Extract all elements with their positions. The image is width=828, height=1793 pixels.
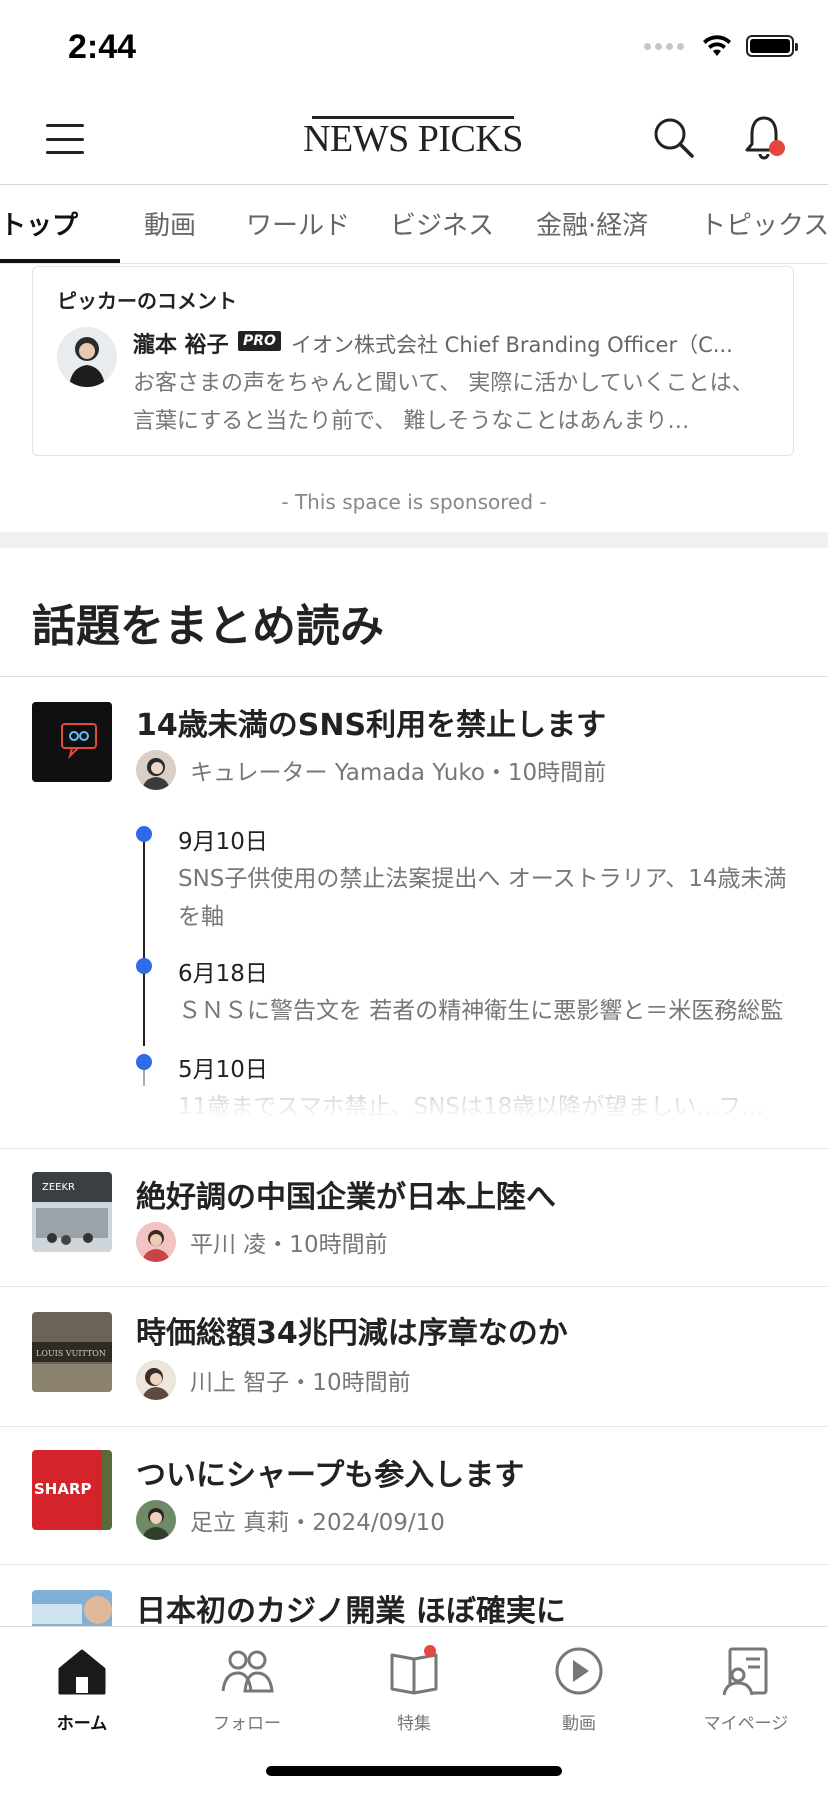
picker-comment-card[interactable]: ピッカーのコメント 瀧本 裕子 PRO イオン株式会社 Chief Brandi… [32, 266, 794, 456]
timeline-dot [136, 826, 152, 842]
timeline-date: 5月10日 [178, 1057, 268, 1083]
article-row[interactable]: 日本初のカジノ開業 ほぼ確実に [0, 1564, 828, 1626]
avatar[interactable] [57, 327, 117, 387]
tab-world[interactable]: ワールド [246, 205, 350, 242]
timeline-date: 9月10日 [178, 829, 268, 855]
avatar[interactable] [136, 750, 176, 790]
cellular-signal-icon [644, 42, 684, 50]
article-title[interactable]: 日本初のカジノ開業 ほぼ確実に [136, 1586, 566, 1626]
timeline-dot [136, 958, 152, 974]
picker-comment-heading: ピッカーのコメント [57, 289, 237, 313]
timeline-fade [0, 1080, 828, 1120]
nav-home[interactable]: ホーム [12, 1645, 152, 1734]
section-title: 話題をまとめ読み [32, 601, 384, 652]
timeline-line [143, 834, 145, 1046]
pro-badge: PRO [238, 331, 281, 351]
battery-icon [746, 35, 798, 57]
avatar[interactable] [136, 1500, 176, 1540]
book-icon [386, 1645, 442, 1697]
avatar[interactable] [136, 1222, 176, 1262]
article-meta: キュレーター Yamada Yuko・10時間前 [136, 750, 606, 790]
article-meta: 平川 凌・10時間前 [136, 1222, 388, 1262]
tab-top[interactable]: トップ [0, 205, 78, 242]
article-thumbnail: LOUIS VUITTON [32, 1312, 112, 1392]
play-icon [551, 1645, 607, 1697]
timeline-date: 6月18日 [178, 961, 268, 987]
picker-name[interactable]: 瀧本 裕子 [133, 327, 229, 359]
picker-affiliation: イオン株式会社 Chief Branding Officer（C... [291, 333, 733, 357]
article-meta-text: 川上 智子・10時間前 [190, 1370, 411, 1396]
home-indicator[interactable] [266, 1766, 562, 1776]
article-title[interactable]: 14歳未満のSNS利用を禁止します [136, 700, 606, 744]
tab-business[interactable]: ビジネス [390, 205, 494, 242]
article-meta-text: 平川 凌・10時間前 [190, 1232, 388, 1258]
sharp-sign: SHARP [34, 1480, 92, 1498]
notification-bell-icon[interactable] [742, 114, 786, 162]
nav-label: 動画 [562, 1714, 596, 1734]
people-icon [219, 1645, 275, 1697]
nav-video[interactable]: 動画 [509, 1645, 649, 1734]
article-meta: 川上 智子・10時間前 [136, 1360, 411, 1400]
status-icons [644, 34, 798, 58]
hamburger-menu-icon[interactable] [46, 124, 84, 154]
timeline-text: SNS子供使用の禁止法案提出へ オーストラリア、14歳未満を軸 [178, 866, 787, 930]
nav-follow[interactable]: フォロー [177, 1645, 317, 1734]
logo-text: NEWS PICKS [303, 118, 523, 160]
zeekr-sign: ZEEKR [42, 1182, 75, 1193]
search-icon[interactable] [652, 116, 696, 160]
wifi-icon [703, 35, 731, 56]
article-row[interactable]: LOUIS VUITTON 時価総額34兆円減は序章なのか 川上 智子・10時間… [0, 1286, 828, 1426]
article-meta-text: 足立 真莉・2024/09/10 [190, 1510, 445, 1536]
nav-mypage[interactable]: マイページ [676, 1645, 816, 1734]
timeline-dot [136, 1054, 152, 1070]
profile-icon [718, 1645, 774, 1697]
home-icon [54, 1645, 110, 1697]
article-row[interactable]: SHARP ついにシャープも参入します 足立 真莉・2024/09/10 [0, 1426, 828, 1564]
article-thumbnail [32, 702, 112, 782]
category-tabs: トップ 動画 ワールド ビジネス 金融·経済 トピックス [0, 185, 828, 264]
article-title[interactable]: 時価総額34兆円減は序章なのか [136, 1308, 568, 1352]
article-thumbnail: ZEEKR [32, 1172, 112, 1252]
tab-topics[interactable]: トピックス [700, 205, 828, 242]
tab-finance[interactable]: 金融·経済 [536, 205, 648, 242]
nav-label: 特集 [397, 1714, 431, 1734]
article-thumbnail: SHARP [32, 1450, 112, 1530]
avatar[interactable] [136, 1360, 176, 1400]
article-row[interactable]: ZEEKR 絶好調の中国企業が日本上陸へ 平川 凌・10時間前 [0, 1148, 828, 1286]
section-separator [0, 532, 828, 548]
timeline-text: ＳＮＳに警告文を 若者の精神衛生に悪影響と＝米医務総監 [178, 998, 784, 1024]
lv-sign: LOUIS VUITTON [36, 1349, 106, 1358]
article-title[interactable]: 絶好調の中国企業が日本上陸へ [136, 1172, 556, 1216]
article-thumbnail [32, 1590, 112, 1626]
tab-video[interactable]: 動画 [144, 205, 196, 242]
article-title[interactable]: ついにシャープも参入します [136, 1450, 524, 1494]
nav-features[interactable]: 特集 [344, 1645, 484, 1734]
status-time: 2:44 [68, 28, 137, 66]
nav-label: ホーム [56, 1714, 108, 1734]
article-meta-text: キュレーター Yamada Yuko・10時間前 [190, 760, 607, 786]
newspicks-logo: NEWS PICKS [303, 116, 523, 160]
status-bar: 2:44 [0, 0, 828, 96]
nav-label: マイページ [703, 1714, 789, 1734]
sponsored-label: - This space is sponsored - [281, 490, 547, 514]
nav-label: フォロー [213, 1714, 281, 1734]
picker-comment-text: お客さまの声をちゃんと聞いて、 実際に活かしていくことは、 言葉にすると当たり前… [133, 371, 754, 434]
active-tab-indicator [0, 259, 120, 263]
app-header: NEWS PICKS [0, 96, 828, 185]
article-meta: 足立 真莉・2024/09/10 [136, 1500, 445, 1540]
